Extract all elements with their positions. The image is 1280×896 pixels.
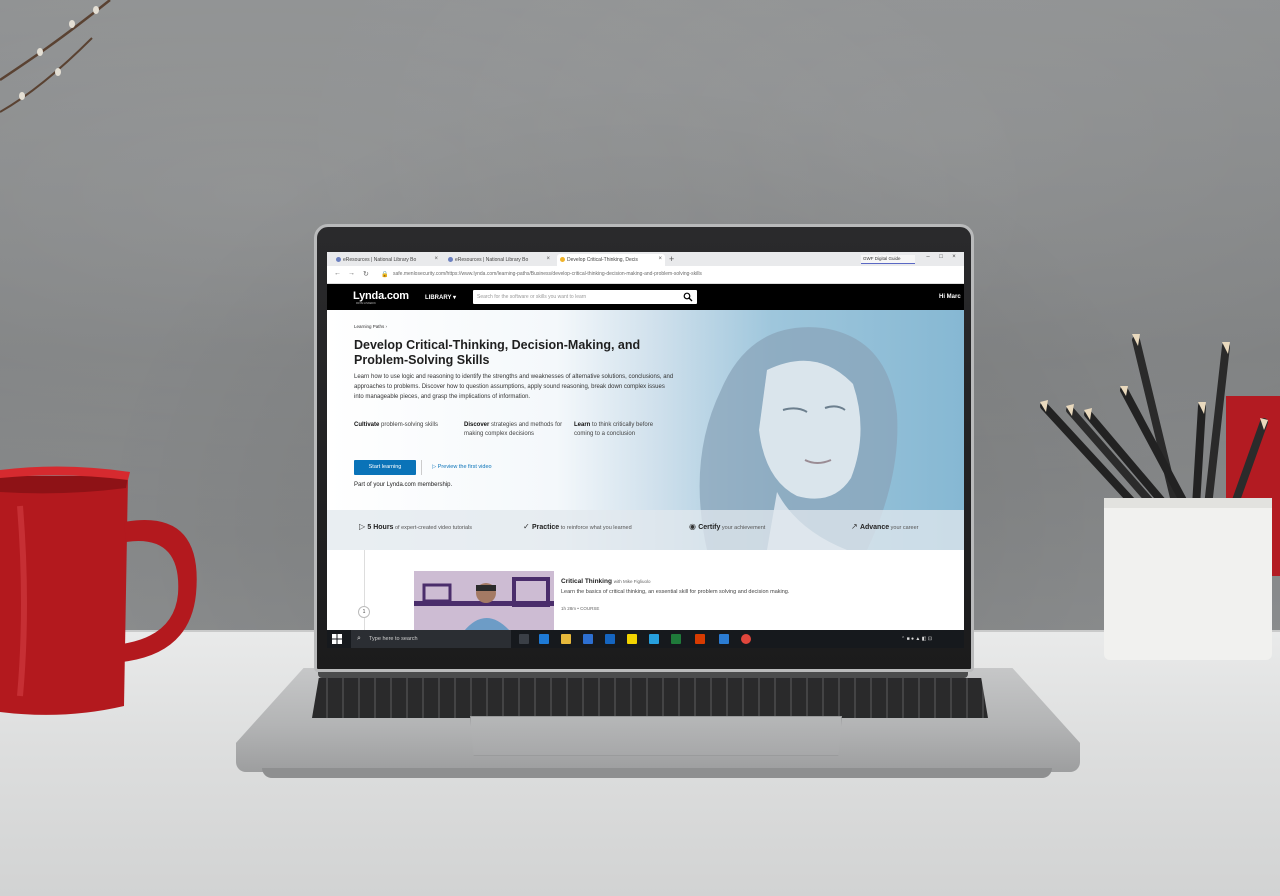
tab-close-icon[interactable]: × (658, 256, 662, 262)
task-view-icon[interactable] (519, 634, 529, 644)
minimize-icon[interactable]: – (923, 254, 933, 264)
favicon-icon (336, 257, 341, 262)
membership-note: Part of your Lynda.com membership. (354, 482, 453, 488)
feature-item: Discover strategies and methods for maki… (464, 421, 564, 439)
red-mug (0, 466, 197, 715)
check-icon: ✓ (523, 522, 532, 531)
benefit-text: your career (889, 525, 919, 531)
edge-browser-icon[interactable] (539, 634, 549, 644)
willow-branch-decoration (0, 0, 111, 113)
benefit-bold: 5 Hours (367, 524, 394, 531)
laptop-base-front (262, 768, 1052, 778)
address-bar: ← → ↻ 🔒 safe.menlosecurity.com/https://w… (327, 266, 964, 284)
outlook-icon[interactable] (605, 634, 615, 644)
badge-icon: ◉ (689, 522, 699, 531)
file-explorer-icon[interactable] (561, 634, 571, 644)
favicon-icon (448, 257, 453, 262)
user-greeting[interactable]: Hi Marc (939, 294, 961, 300)
search-icon[interactable] (683, 292, 693, 302)
benefit-item: ↗ Advance your career (851, 522, 961, 533)
chevron-right-icon: › (385, 324, 388, 329)
windows-start-icon[interactable] (332, 634, 342, 644)
windows-taskbar: ⌕ Type here to search ⌃ ■ ● ▲ ◧ ⊡ (327, 630, 964, 648)
logo-subtitle: FROM LINKEDIN (356, 302, 376, 305)
course-title-text: Critical Thinking (561, 578, 612, 585)
library-menu-label: LIBRARY (425, 295, 452, 301)
site-logo[interactable]: Lynda.com (353, 290, 409, 302)
tab-title: Develop Critical-Thinking, Decis (567, 257, 638, 263)
close-window-icon[interactable]: × (949, 254, 959, 264)
remote-desktop-icon[interactable] (719, 634, 729, 644)
taskbar-search-placeholder: Type here to search (369, 636, 418, 642)
tab-close-icon[interactable]: × (434, 256, 438, 262)
course-thumbnail[interactable] (414, 571, 554, 631)
search-input[interactable]: Search for the software or skills you wa… (473, 290, 697, 304)
pencil-cup (1040, 334, 1280, 660)
skype-icon[interactable] (649, 634, 659, 644)
hero-banner: Learning Paths › Develop Critical-Thinki… (327, 310, 964, 550)
url-field[interactable]: safe.menlosecurity.com/https://www.lynda… (393, 271, 702, 277)
feature-text: problem-solving skills (379, 422, 439, 428)
breadcrumb-link[interactable]: Learning Paths (354, 324, 384, 329)
favicon-icon (560, 257, 565, 262)
extension-label[interactable]: GWF Digital Guide (861, 255, 915, 264)
benefit-bold: Advance (859, 524, 890, 531)
reload-icon[interactable]: ↻ (363, 270, 369, 278)
tab-title: eResources | National Library Bo (343, 257, 417, 263)
new-tab-button[interactable]: + (669, 254, 674, 264)
page-description: Learn how to use logic and reasoning to … (354, 374, 674, 400)
benefit-text: to reinforce what you learned (559, 525, 632, 531)
benefit-item: ◉ Certify your achievement (689, 522, 809, 533)
course-description: Learn the basics of critical thinking, a… (561, 589, 790, 595)
chevron-down-icon: ▾ (453, 295, 457, 301)
benefit-bold: Certify (698, 524, 721, 531)
feature-item: Cultivate problem-solving skills (354, 421, 454, 430)
timeline-line (364, 550, 365, 630)
tab-close-icon[interactable]: × (546, 256, 550, 262)
browser-tab-bar: eResources | National Library Bo × eReso… (327, 252, 964, 266)
page-title: Develop Critical-Thinking, Decision-Maki… (354, 338, 641, 367)
laptop-trackpad (470, 716, 842, 756)
benefit-item: ▷ 5 Hours of expert-created video tutori… (359, 522, 489, 533)
step-number: 1 (358, 606, 370, 618)
taskbar-search-input[interactable]: ⌕ Type here to search (351, 630, 511, 648)
start-learning-button[interactable]: Start learning (354, 460, 416, 475)
powerpoint-icon[interactable] (695, 634, 705, 644)
lock-icon: 🔒 (381, 272, 389, 278)
dynamics-icon[interactable] (583, 634, 593, 644)
feature-item: Learn to think critically before coming … (574, 421, 674, 439)
benefit-text: your achievement (720, 525, 766, 531)
breadcrumb[interactable]: Learning Paths › (354, 324, 387, 329)
feature-bold: Cultivate (354, 422, 380, 428)
laptop-screen: eResources | National Library Bo × eReso… (327, 252, 964, 648)
back-arrow-icon[interactable]: ← (334, 270, 341, 277)
arrow-up-icon: ↗ (851, 522, 860, 531)
sticky-notes-icon[interactable] (627, 634, 637, 644)
benefits-strip: ▷ 5 Hours of expert-created video tutori… (327, 510, 964, 550)
maximize-icon[interactable]: □ (936, 254, 946, 264)
course-author: with Mike Figliuolo (613, 579, 651, 584)
chrome-icon[interactable] (741, 634, 751, 644)
course-title[interactable]: Critical Thinking with Mike Figliuolo (561, 578, 651, 585)
tab-title: eResources | National Library Bo (455, 257, 529, 263)
laptop-keyboard (312, 678, 988, 718)
system-tray[interactable]: ⌃ ■ ● ▲ ◧ ⊡ (901, 636, 932, 642)
feature-bold: Learn (574, 422, 591, 428)
browser-tab-active[interactable]: Develop Critical-Thinking, Decis × (557, 254, 665, 266)
benefit-bold: Practice (531, 524, 560, 531)
excel-icon[interactable] (671, 634, 681, 644)
benefit-text: of expert-created video tutorials (393, 525, 473, 531)
course-meta: 1h 28m • COURSE (561, 606, 600, 611)
browser-tab[interactable]: eResources | National Library Bo × (445, 254, 553, 266)
library-menu[interactable]: LIBRARY ▾ (425, 294, 456, 301)
preview-label: Preview the first video (437, 464, 492, 470)
feature-bold: Discover (464, 422, 490, 428)
browser-tab[interactable]: eResources | National Library Bo × (333, 254, 441, 266)
course-list: 1 Critical Thinking with Mike Figliuolo … (327, 550, 964, 631)
preview-video-button[interactable]: ▷ Preview the first video (421, 460, 519, 475)
benefit-item: ✓ Practice to reinforce what you learned (523, 522, 673, 533)
site-header: Lynda.com FROM LINKEDIN LIBRARY ▾ Search… (327, 284, 964, 310)
search-icon: ⌕ (357, 635, 361, 642)
forward-arrow-icon[interactable]: → (348, 270, 355, 277)
